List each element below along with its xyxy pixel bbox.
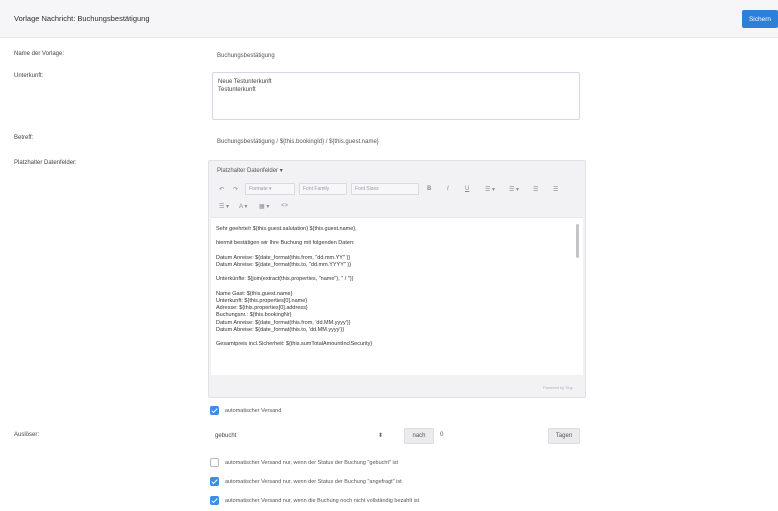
align-left-button[interactable]: ☰ (533, 186, 538, 193)
editor-line: Datum Abreise: ${date_format(this.to, "d… (216, 262, 352, 269)
redo-icon[interactable]: ↷ (233, 186, 238, 193)
font-family-select[interactable]: Font Family (299, 183, 347, 195)
auto-send-label: automatischer Versand (225, 408, 282, 414)
editor-line: hiermit bestätigen wir Ihre Buchung mit … (216, 240, 355, 247)
numbered-list-button[interactable]: ☰ ▾ (509, 186, 519, 193)
underline-button[interactable]: U (465, 186, 469, 192)
condition-label-requested: automatischer Versand nur, wenn der Stat… (225, 479, 402, 485)
subject-label: Betreff: (14, 135, 34, 141)
days-unit-button[interactable]: Tagen (548, 428, 580, 444)
editor-line: Unterkunft: ${this.properties[0].name} (216, 298, 308, 305)
rich-text-editor: Platzhalter Datenfelder ▾ ↶ ↷ Formate ▾ … (208, 160, 586, 398)
condition-label-booked: automatischer Versand nur, wenn der Stat… (225, 460, 398, 466)
editor-line: Unterkünfte: ${join(extract(this.propert… (216, 276, 354, 283)
chevron-down-icon: ⬍ (378, 433, 384, 439)
font-size-select[interactable]: Font Sizes (351, 183, 419, 195)
source-code-button[interactable]: <> (281, 203, 288, 209)
accommodation-line: Neue Testunterkunft (218, 79, 272, 85)
condition-checkbox-booked[interactable] (210, 458, 219, 467)
template-name-field[interactable]: Buchungsbestätigung (217, 53, 275, 59)
condition-label-unpaid: automatischer Versand nur, wenn die Buch… (225, 498, 420, 504)
save-button[interactable]: Sichern (742, 10, 778, 28)
editor-line: Datum Anreise: ${date_format(this.from, … (216, 254, 351, 261)
editor-content-area[interactable]: Sehr geehrte/r ${this.guest.salutation} … (211, 217, 583, 375)
powered-by-label: Powered by Tiny (543, 385, 573, 390)
italic-button[interactable]: I (447, 186, 449, 192)
trigger-label: Auslöser: (14, 432, 40, 438)
editor-line: Gesamtpreis incl.Sicherheit: ${this.sumT… (216, 341, 373, 348)
editor-line: Sehr geehrte/r ${this.guest.salutation} … (216, 226, 357, 232)
template-form-panel: Vorlage Nachricht: Buchungsbestätigung S… (0, 0, 778, 511)
accommodation-line: Testunterkunft (218, 87, 256, 93)
template-name-label: Name der Vorlage: (14, 51, 65, 57)
page-title: Vorlage Nachricht: Buchungsbestätigung (14, 14, 150, 23)
panel-header: Vorlage Nachricht: Buchungsbestätigung S… (0, 0, 778, 38)
editor-scrollbar[interactable] (576, 224, 579, 258)
format-select[interactable]: Formate ▾ (245, 183, 295, 195)
condition-checkbox-unpaid[interactable] (210, 496, 219, 505)
align-center-button[interactable]: ☰ (553, 186, 558, 193)
undo-icon[interactable]: ↶ (219, 186, 224, 193)
placeholder-fields-label: Platzhalter Datenfelder: (14, 160, 77, 166)
accommodation-field[interactable]: Neue Testunterkunft Testunterkunft (212, 72, 580, 120)
condition-checkbox-requested[interactable] (210, 477, 219, 486)
auto-send-checkbox[interactable] (210, 406, 219, 415)
editor-line: Name Gast: ${this.guest.name} (216, 290, 293, 297)
align-right-button[interactable]: ☰ ▾ (219, 203, 229, 210)
nach-button[interactable]: nach (404, 428, 434, 444)
text-color-button[interactable]: A ▾ (239, 203, 247, 210)
subject-field[interactable]: Buchungsbestätigung / ${this.bookingId} … (217, 139, 379, 145)
days-input[interactable]: 0 (440, 432, 443, 438)
bold-button[interactable]: B (427, 186, 431, 192)
table-button[interactable]: ▦ ▾ (259, 203, 269, 210)
accommodation-label: Unterkunft: (14, 73, 44, 79)
trigger-select[interactable]: gebucht (212, 428, 387, 444)
placeholder-dropdown[interactable]: Platzhalter Datenfelder ▾ (217, 167, 283, 174)
editor-text: Sehr geehrte/r ${this.guest.salutation} … (216, 226, 576, 348)
editor-line: Datum Anreise: ${date_format(this.from, … (216, 319, 351, 326)
editor-line: Datum Abreise: ${date_format(this.to, 'd… (216, 326, 345, 333)
editor-line: Buchungsnr.: ${this.bookingNr} (216, 312, 292, 319)
bullet-list-button[interactable]: ☰ ▾ (485, 186, 495, 193)
editor-line: Adresse: ${this.properties[0].address} (216, 305, 308, 312)
